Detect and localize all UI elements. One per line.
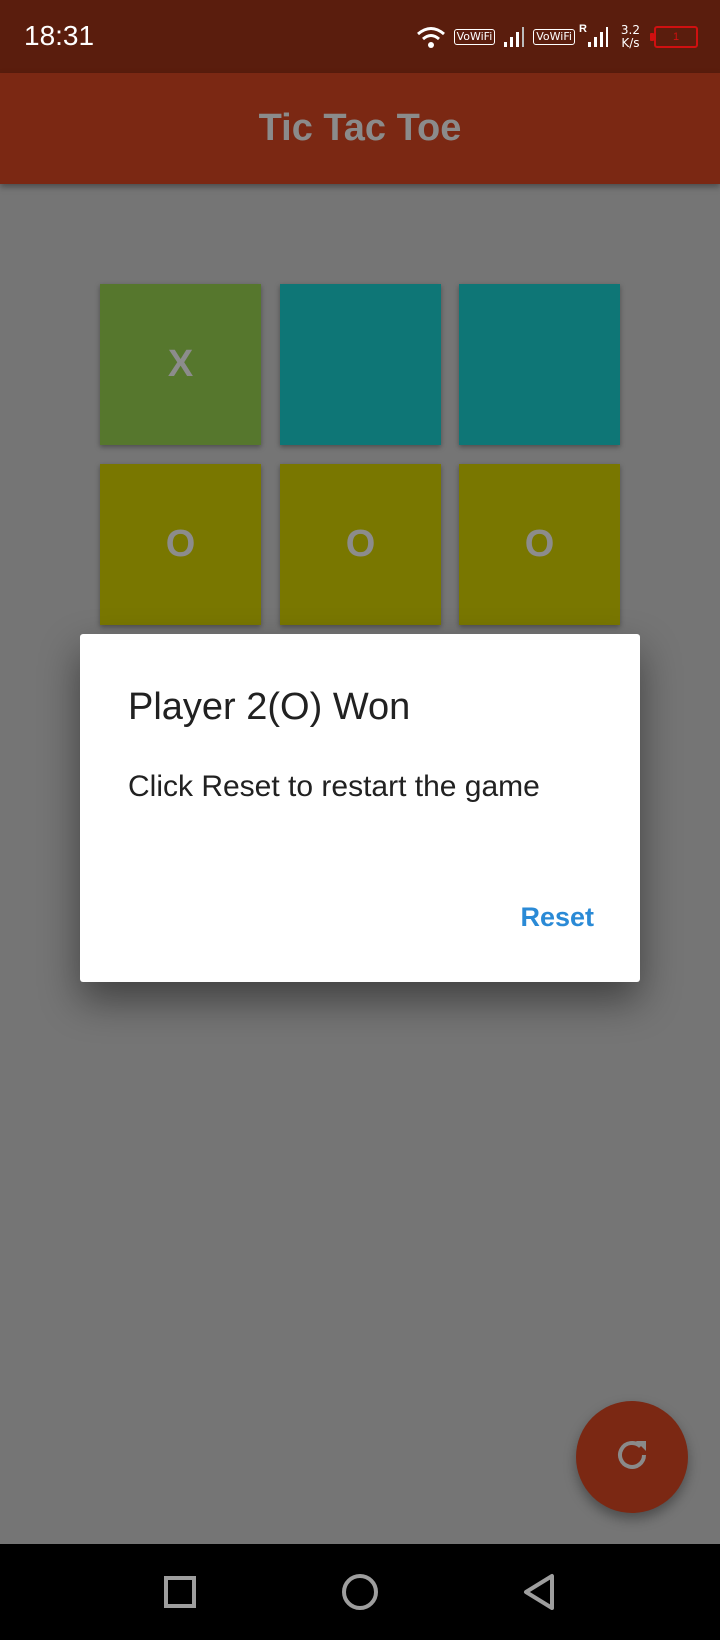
reset-button[interactable]: Reset — [520, 902, 594, 933]
board-cell-2[interactable] — [280, 284, 441, 445]
triangle-back-icon[interactable] — [520, 1572, 560, 1612]
dialog-title: Player 2(O) Won — [128, 686, 411, 728]
board-cell-3[interactable] — [459, 284, 620, 445]
board-cell-6[interactable]: O — [459, 464, 620, 625]
system-nav-bar — [0, 1544, 720, 1640]
circle-icon[interactable] — [340, 1572, 380, 1612]
board-cell-4[interactable]: O — [100, 464, 261, 625]
board-cell-5[interactable]: O — [280, 464, 441, 625]
board-cell-1[interactable]: X — [100, 284, 261, 445]
dialog-message: Click Reset to restart the game — [128, 770, 540, 803]
game-over-dialog: Player 2(O) Won Click Reset to restart t… — [80, 634, 640, 982]
refresh-icon — [610, 1433, 654, 1482]
refresh-fab[interactable] — [576, 1401, 688, 1513]
square-icon[interactable] — [160, 1572, 200, 1612]
